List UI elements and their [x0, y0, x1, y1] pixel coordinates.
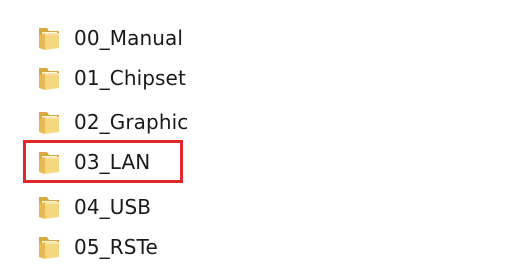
folder-name: 02_Graphic [74, 110, 189, 134]
folder-icon [36, 109, 62, 135]
folder-item-04-usb[interactable]: 04_USB [36, 192, 151, 222]
folder-icon [36, 194, 62, 220]
folder-list: 00_Manual 01_Chipset 02_Graphic 03_LAN 0… [0, 0, 531, 280]
folder-icon [36, 65, 62, 91]
folder-name: 04_USB [74, 195, 152, 219]
folder-item-05-rste[interactable]: 05_RSTe [36, 232, 158, 262]
folder-icon [36, 25, 62, 51]
folder-name: 00_Manual [74, 26, 184, 50]
highlight-box [23, 140, 183, 183]
folder-item-02-graphic[interactable]: 02_Graphic [36, 107, 188, 137]
folder-item-00-manual[interactable]: 00_Manual [36, 23, 183, 53]
folder-item-01-chipset[interactable]: 01_Chipset [36, 63, 186, 93]
folder-name: 05_RSTe [74, 235, 158, 259]
folder-name: 01_Chipset [74, 66, 186, 90]
folder-icon [36, 234, 62, 260]
